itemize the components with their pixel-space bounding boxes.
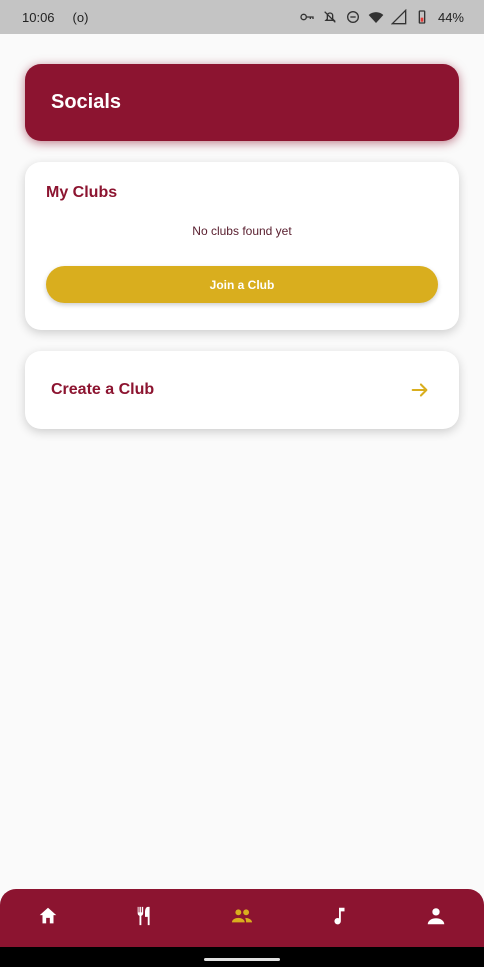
nav-home[interactable]: [18, 889, 78, 947]
create-club-label: Create a Club: [51, 381, 155, 398]
battery-icon: [414, 9, 430, 25]
music-note-icon: [328, 905, 350, 932]
battery-percent: 44%: [437, 9, 464, 25]
empty-state-text: No clubs found yet: [192, 224, 292, 238]
nav-socials[interactable]: [212, 889, 272, 947]
my-clubs-card: My Clubs No clubs found yet Join a Club: [25, 162, 459, 330]
bottom-navigation: [0, 889, 484, 947]
person-icon: [425, 905, 447, 932]
key-icon: [299, 9, 315, 25]
nav-music[interactable]: [309, 889, 369, 947]
header-card: Socials: [25, 64, 459, 141]
my-clubs-title: My Clubs: [46, 184, 118, 201]
status-left: 10:06 (o): [22, 10, 88, 25]
signal-icon: [390, 9, 407, 25]
arrow-right-icon: [409, 379, 431, 401]
status-bar: 10:06 (o) 44%: [0, 0, 484, 34]
create-club-card[interactable]: Create a Club: [25, 351, 459, 429]
wifi-icon: [368, 9, 384, 25]
restaurant-icon: [134, 905, 156, 932]
status-right: 44%: [299, 9, 464, 25]
status-extra: (o): [72, 9, 89, 25]
status-time: 10:06: [22, 9, 55, 25]
home-icon: [37, 905, 59, 932]
join-club-button[interactable]: Join a Club: [46, 266, 438, 303]
nav-profile[interactable]: [406, 889, 466, 947]
do-not-disturb-icon: [345, 9, 361, 25]
nav-food[interactable]: [115, 889, 175, 947]
system-navigation-bar: [0, 947, 484, 967]
page-title: Socials: [51, 91, 122, 113]
gesture-handle[interactable]: [204, 958, 280, 961]
bell-off-icon: [322, 9, 338, 25]
people-icon: [231, 905, 253, 932]
